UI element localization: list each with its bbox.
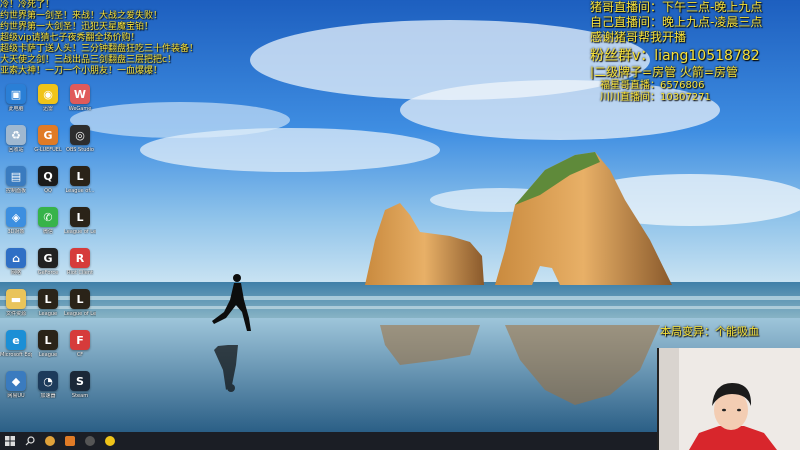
- room-line: 福星哥直播：6576806: [600, 80, 705, 91]
- steam-icon: S: [70, 371, 90, 391]
- geforce-icon: G: [38, 248, 58, 268]
- desktop-icon[interactable]: ⌂ 网络: [0, 248, 32, 276]
- desktop-icon-label: 文件资源: [5, 311, 26, 317]
- computer-icon: ▣: [6, 84, 26, 104]
- game-icon[interactable]: [100, 432, 120, 450]
- desktop-icon[interactable]: W WeGame: [64, 84, 96, 112]
- room-line: 川川直播间：10307271: [600, 92, 711, 103]
- desktop-icon-label: G-LUEFUEL: [34, 147, 62, 153]
- desktop-icon-label: WeGame: [68, 106, 92, 112]
- desktop-icon-label: 迅雷: [42, 106, 53, 112]
- desktop-icon[interactable]: ◈ 3D对象: [0, 207, 32, 235]
- chrome-icon[interactable]: [40, 432, 60, 450]
- game-icon: G: [38, 125, 58, 145]
- desktop-icon-label: GeForce: [37, 270, 59, 276]
- desktop-icon-label: League: [38, 352, 58, 358]
- uu-icon: ◆: [6, 371, 26, 391]
- wechat-icon: ✆: [38, 207, 58, 227]
- desktop-icon[interactable]: e Microsoft Edge: [0, 330, 32, 358]
- overlay-line: 超级vip请猜七子夜秀翻全场价购！: [0, 33, 140, 43]
- desktop-icon[interactable]: L League: [32, 289, 64, 317]
- desktop-icon[interactable]: G GeForce: [32, 248, 64, 276]
- desktop-icon[interactable]: ✆ 微信: [32, 207, 64, 235]
- desktop-icon[interactable]: L League of Legends: [64, 289, 96, 317]
- mutation-text: 本局变异：个能吸血: [660, 325, 759, 338]
- desktop-icon[interactable]: L League of...: [64, 166, 96, 194]
- desktop-icon-label: 微信: [42, 229, 53, 235]
- edge-icon: e: [6, 330, 26, 350]
- booster-icon: ◔: [38, 371, 58, 391]
- overlay-line: 冷！冷死了！: [0, 0, 55, 10]
- desktop-icon-label: Riot Client: [67, 270, 93, 276]
- app-icon[interactable]: [60, 432, 80, 450]
- cf-icon: F: [70, 330, 90, 350]
- overlay-line: 约世界第一剑圣！来战！大战之爱失败！: [0, 11, 163, 21]
- desktop-icon-label: 回收站: [8, 147, 24, 153]
- schedule-line: 猪哥直播间：下午三点-晚上九点: [590, 0, 763, 14]
- overlay-line: 大天使之剑！三战出品三剑翻盘三层把把c！: [0, 55, 176, 65]
- desktop-icon-label: League: [38, 311, 58, 317]
- stream-overlay-right: 猪哥直播间：下午三点-晚上九点 自己直播间：晚上九点-凌晨三点 感谢猪哥帮我开播…: [590, 0, 800, 104]
- overlay-line: 约世界第一大剑圣！迅犯天星魔宝铂！: [0, 22, 154, 32]
- desktop-icon-label: 网络: [10, 270, 21, 276]
- desktop-icon[interactable]: ▣ 此电脑: [0, 84, 32, 112]
- recycle-bin-icon: ♻: [6, 125, 26, 145]
- desktop-icon[interactable]: ▤ 控制面板: [0, 166, 32, 194]
- desktop-icon[interactable]: F CF: [64, 330, 96, 358]
- qq-icon: Q: [38, 166, 58, 186]
- cube-icon: ◈: [6, 207, 26, 227]
- stream-overlay-left: 冷！冷死了！ 约世界第一剑圣！来战！大战之爱失败！ 约世界第一大剑圣！迅犯天星魔…: [0, 0, 270, 77]
- league-icon: L: [70, 207, 90, 227]
- desktop-icon-label: League of Legends: [64, 311, 96, 317]
- desktop-icon[interactable]: G G-LUEFUEL: [32, 125, 64, 153]
- desktop-icon[interactable]: ◆ 网易UU: [0, 371, 32, 399]
- desktop-icon-label: 网易UU: [7, 393, 25, 399]
- league-icon: L: [70, 166, 90, 186]
- desktop-icon-label: OBS Studio: [66, 147, 94, 153]
- desktop-icon[interactable]: S Steam: [64, 371, 96, 399]
- desktop-icon-label: QQ: [44, 188, 52, 194]
- badge-line: |二级牌子=房管 火箭=房管: [590, 65, 738, 79]
- desktop-icon[interactable]: L League: [32, 330, 64, 358]
- desktop-icon-label: Steam: [71, 393, 89, 399]
- windows-start-icon[interactable]: [0, 432, 20, 450]
- desktop-icon[interactable]: ◉ 迅雷: [32, 84, 64, 112]
- desktop-icon[interactable]: ♻ 回收站: [0, 125, 32, 153]
- search-icon[interactable]: [20, 432, 40, 450]
- fans-group: 粉丝群v：liang10518782: [590, 48, 760, 64]
- desktop-icon-label: 3D对象: [7, 229, 25, 235]
- webcam-feed: [657, 348, 800, 450]
- wegame-icon: W: [70, 84, 90, 104]
- riot-icon: R: [70, 248, 90, 268]
- thunder-icon: ◉: [38, 84, 58, 104]
- desktop-icon[interactable]: ◔ 加速器: [32, 371, 64, 399]
- taskbar: [0, 432, 657, 450]
- league-icon: L: [38, 330, 58, 350]
- desktop-icon-label: CF: [76, 352, 84, 358]
- desktop-icon-label: League of Legends: [64, 229, 96, 235]
- league-icon: L: [70, 289, 90, 309]
- overlay-line: 亚索大神！一刀一个小朋友！一血爆爆！: [0, 66, 163, 76]
- league-icon: L: [38, 289, 58, 309]
- obs-icon[interactable]: [80, 432, 100, 450]
- network-icon: ⌂: [6, 248, 26, 268]
- desktop-icon-label: Microsoft Edge: [0, 352, 32, 358]
- desktop-icon[interactable]: L League of Legends: [64, 207, 96, 235]
- desktop-icon[interactable]: ◎ OBS Studio: [64, 125, 96, 153]
- control-panel-icon: ▤: [6, 166, 26, 186]
- desktop-icon[interactable]: Q QQ: [32, 166, 64, 194]
- folder-icon: ▬: [6, 289, 26, 309]
- obs-icon: ◎: [70, 125, 90, 145]
- desktop-icon-label: 加速器: [40, 393, 56, 399]
- desktop-icon[interactable]: R Riot Client: [64, 248, 96, 276]
- desktop-icon-label: 此电脑: [8, 106, 24, 112]
- desktop-icon-label: 控制面板: [5, 188, 26, 194]
- thanks-line: 感谢猪哥帮我开播: [590, 30, 687, 44]
- schedule-line: 自己直播间：晚上九点-凌晨三点: [590, 15, 763, 29]
- overlay-line: 超级卡萨丁送人头！三分钟翻盘狂吃三十件装备！: [0, 44, 199, 54]
- desktop-icon[interactable]: ▬ 文件资源: [0, 289, 32, 317]
- desktop-icon-label: League of...: [65, 188, 95, 194]
- streamer-avatar: [659, 348, 800, 450]
